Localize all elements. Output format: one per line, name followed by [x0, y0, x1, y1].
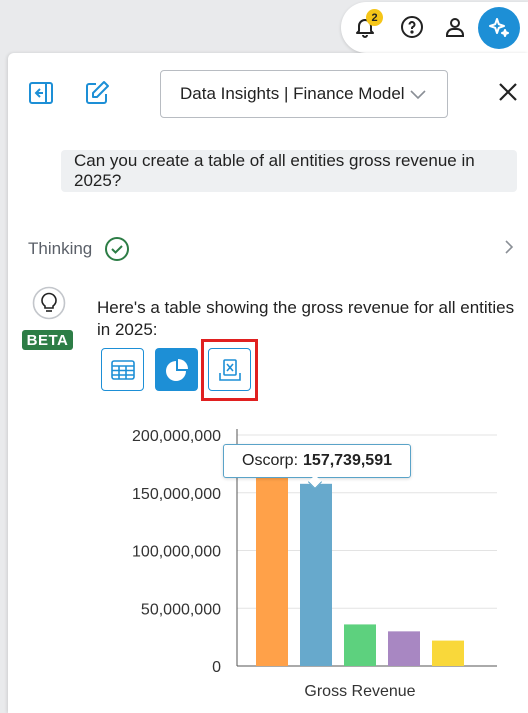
- close-panel-button[interactable]: [498, 82, 518, 107]
- ai-assistant-panel: Data Insights | Finance Model Can you cr…: [8, 53, 528, 713]
- chevron-down-icon: [410, 90, 426, 100]
- help-button[interactable]: [396, 11, 428, 43]
- ai-assistant-button[interactable]: [478, 7, 520, 49]
- y-tick-label: 50,000,000: [141, 601, 221, 618]
- ai-sparkle-icon: [489, 18, 509, 37]
- panel-collapse-icon: [29, 82, 53, 104]
- bar-oscorp: [300, 483, 332, 666]
- close-icon: [499, 83, 517, 101]
- top-icon-bar: 2: [341, 2, 528, 53]
- tooltip-value: 157,739,591: [303, 452, 392, 469]
- notification-badge: 2: [366, 9, 383, 26]
- model-select[interactable]: Data Insights | Finance Model: [160, 70, 448, 118]
- expand-thinking-button[interactable]: [503, 239, 515, 260]
- chevron-right-icon: [505, 240, 514, 254]
- table-view-button[interactable]: [101, 348, 144, 391]
- bar-entity-4: [388, 631, 420, 666]
- new-chat-button[interactable]: [83, 79, 111, 107]
- x-axis-label: Gross Revenue: [304, 683, 415, 700]
- tooltip-label: Oscorp:: [242, 452, 299, 469]
- collapse-panel-button[interactable]: [28, 80, 54, 106]
- model-select-value: Data Insights | Finance Model: [180, 84, 405, 103]
- thinking-toggle[interactable]: Thinking: [28, 236, 130, 262]
- thinking-label: Thinking: [28, 239, 93, 258]
- notifications-button[interactable]: 2: [349, 9, 383, 43]
- chart-tooltip: Oscorp: 157,739,591: [223, 444, 411, 490]
- help-icon: [401, 16, 423, 38]
- lightbulb-icon: [32, 286, 66, 320]
- y-tick-label: 100,000,000: [132, 544, 221, 561]
- user-icon: [446, 18, 464, 37]
- assistant-avatar: [32, 286, 66, 325]
- bar-entity-1: [256, 463, 288, 666]
- beta-badge: BETA: [22, 330, 73, 350]
- y-tick-label: 150,000,000: [132, 486, 221, 503]
- check-circle-icon: [105, 237, 130, 261]
- chart-view-button[interactable]: [155, 348, 198, 391]
- assistant-answer: Here's a table showing the gross revenue…: [97, 298, 515, 339]
- table-icon: [110, 359, 135, 380]
- pie-chart-icon: [165, 358, 188, 381]
- bar-entity-5: [432, 640, 464, 666]
- highlight-box: [201, 339, 258, 401]
- y-tick-label: 0: [212, 659, 221, 676]
- user-button[interactable]: [439, 11, 471, 43]
- user-message: Can you create a table of all entities g…: [61, 150, 517, 192]
- edit-icon: [86, 81, 109, 104]
- y-tick-label: 200,000,000: [132, 428, 221, 445]
- bar-entity-3: [344, 624, 376, 666]
